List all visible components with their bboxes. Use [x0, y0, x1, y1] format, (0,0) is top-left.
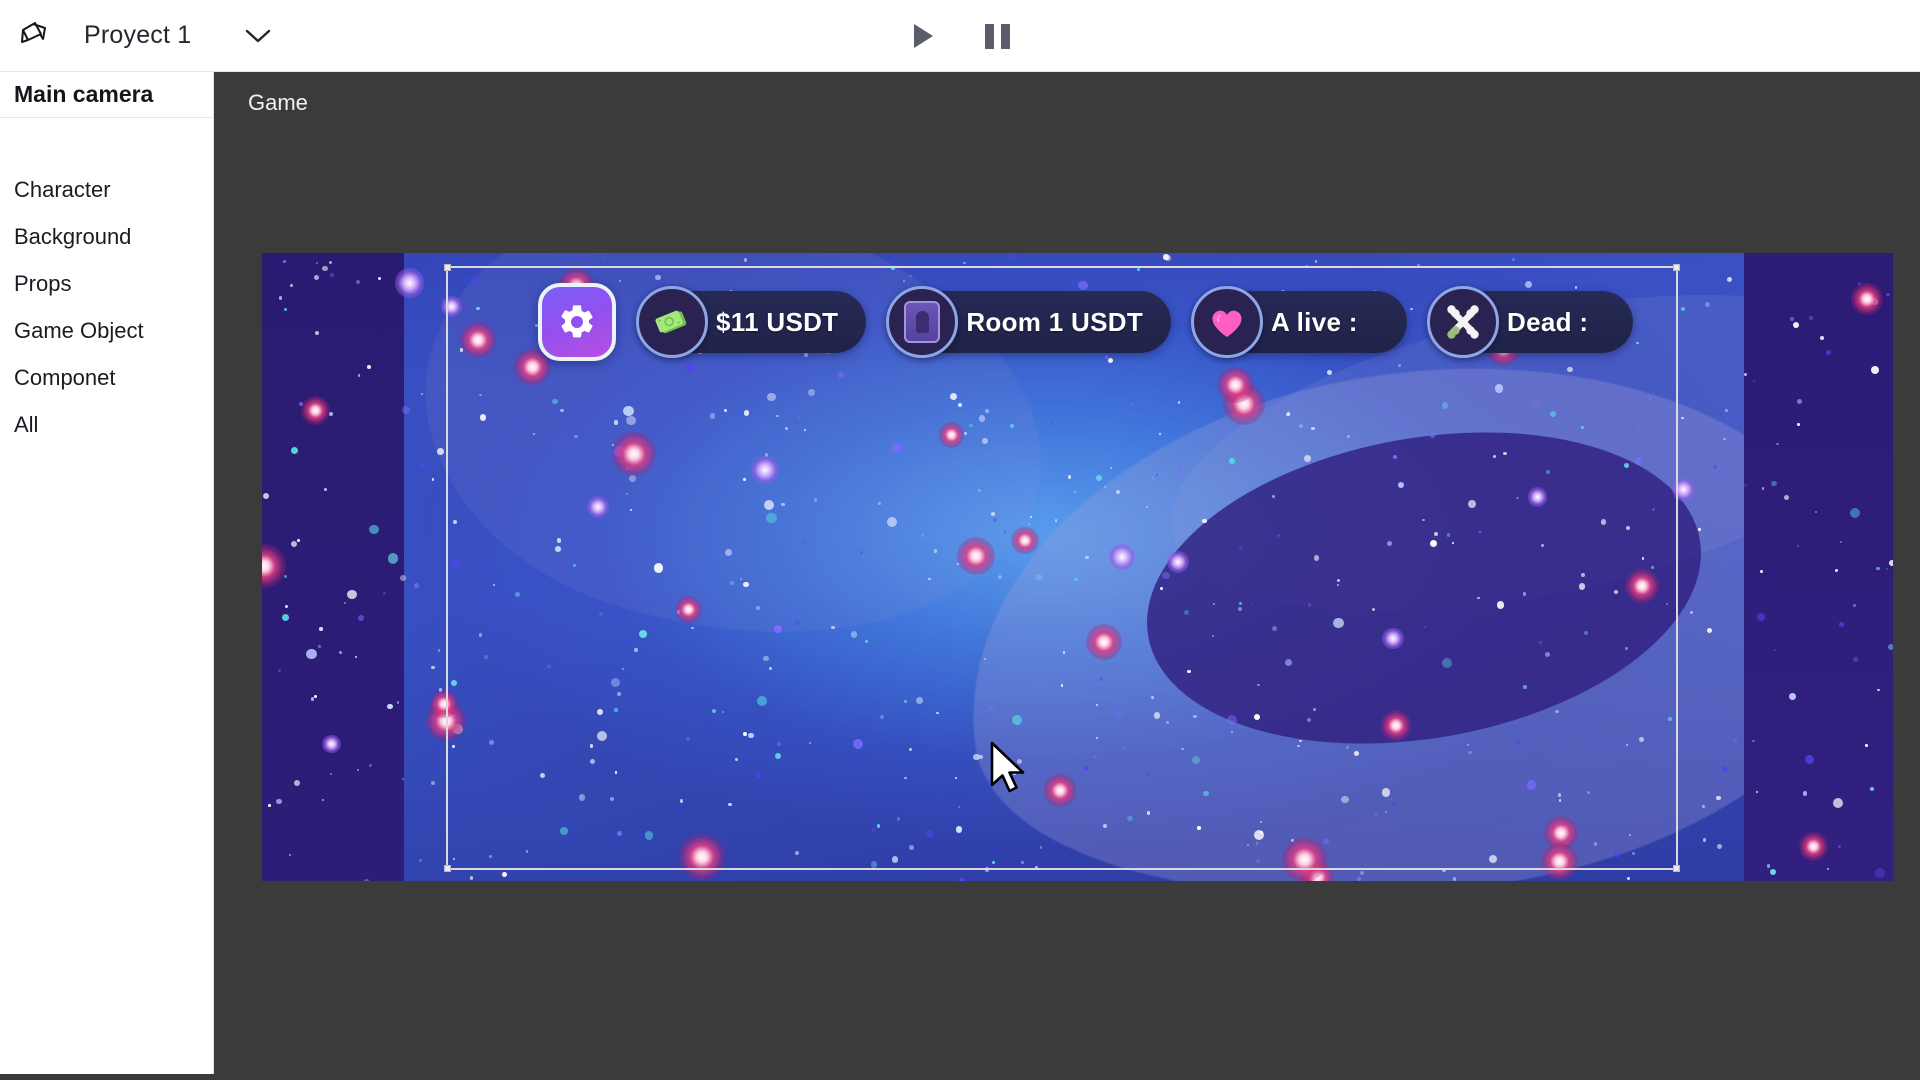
gear-icon	[561, 305, 593, 338]
project-name[interactable]: Proyect 1	[84, 21, 191, 50]
transport-controls	[903, 0, 1017, 72]
money-icon	[636, 286, 708, 358]
sidebar-item-all[interactable]: All	[0, 401, 213, 448]
sidebar-header: Main camera	[0, 72, 213, 118]
badge-balance[interactable]: $11 USDT	[636, 286, 867, 358]
play-icon	[913, 24, 933, 48]
badge-label: Dead :	[1507, 306, 1589, 337]
sidebar-list: Character Background Props Game Object C…	[0, 118, 213, 448]
sidebar-item-background[interactable]: Background	[0, 213, 213, 260]
sidebar-item-label: Props	[14, 270, 72, 296]
pause-button[interactable]	[977, 16, 1017, 56]
badge-label: Room 1 USDT	[966, 306, 1144, 337]
sidebar-item-label: Character	[14, 176, 111, 202]
chevron-down-icon[interactable]	[241, 19, 275, 53]
sidebar-item-props[interactable]: Props	[0, 260, 213, 307]
sidebar-header-label: Main camera	[14, 81, 154, 107]
settings-button[interactable]	[538, 283, 616, 361]
left-sidebar: Main camera Character Background Props G…	[0, 72, 214, 1074]
game-hud: $11 USDT Room 1 USDT A live : Dead:	[538, 283, 1634, 361]
main-panel: Game $11 USDT Room 1 USDT A live: Dead …	[214, 72, 1920, 1080]
door-glyph	[904, 301, 941, 343]
play-button[interactable]	[903, 16, 943, 56]
sidebar-item-character[interactable]: Character	[0, 166, 213, 213]
game-canvas[interactable]: $11 USDT Room 1 USDT A live : Dead:	[262, 253, 1893, 881]
bones-icon	[1427, 286, 1500, 358]
pause-icon	[984, 23, 1010, 49]
badge-label: $11 USDT	[716, 306, 839, 337]
badge-dead[interactable]: Dead :	[1427, 286, 1634, 358]
sidebar-item-label: Background	[14, 223, 132, 249]
badge-room[interactable]: Room 1 USDT	[886, 286, 1172, 358]
sidebar-item-label: All	[14, 411, 39, 437]
badge-alive[interactable]: A live :	[1191, 286, 1408, 358]
door-icon	[886, 286, 959, 358]
sidebar-item-label: Componet	[14, 364, 116, 390]
tab-game[interactable]: Game	[248, 90, 308, 116]
cube-layers-icon[interactable]	[16, 16, 56, 56]
sidebar-item-label: Game Object	[14, 317, 144, 343]
heart-icon	[1191, 286, 1264, 358]
badge-label: A live :	[1271, 306, 1358, 337]
sidebar-item-game-object[interactable]: Game Object	[0, 307, 213, 354]
sidebar-item-componet[interactable]: Componet	[0, 354, 213, 401]
top-toolbar: Proyect 1	[0, 0, 1920, 72]
